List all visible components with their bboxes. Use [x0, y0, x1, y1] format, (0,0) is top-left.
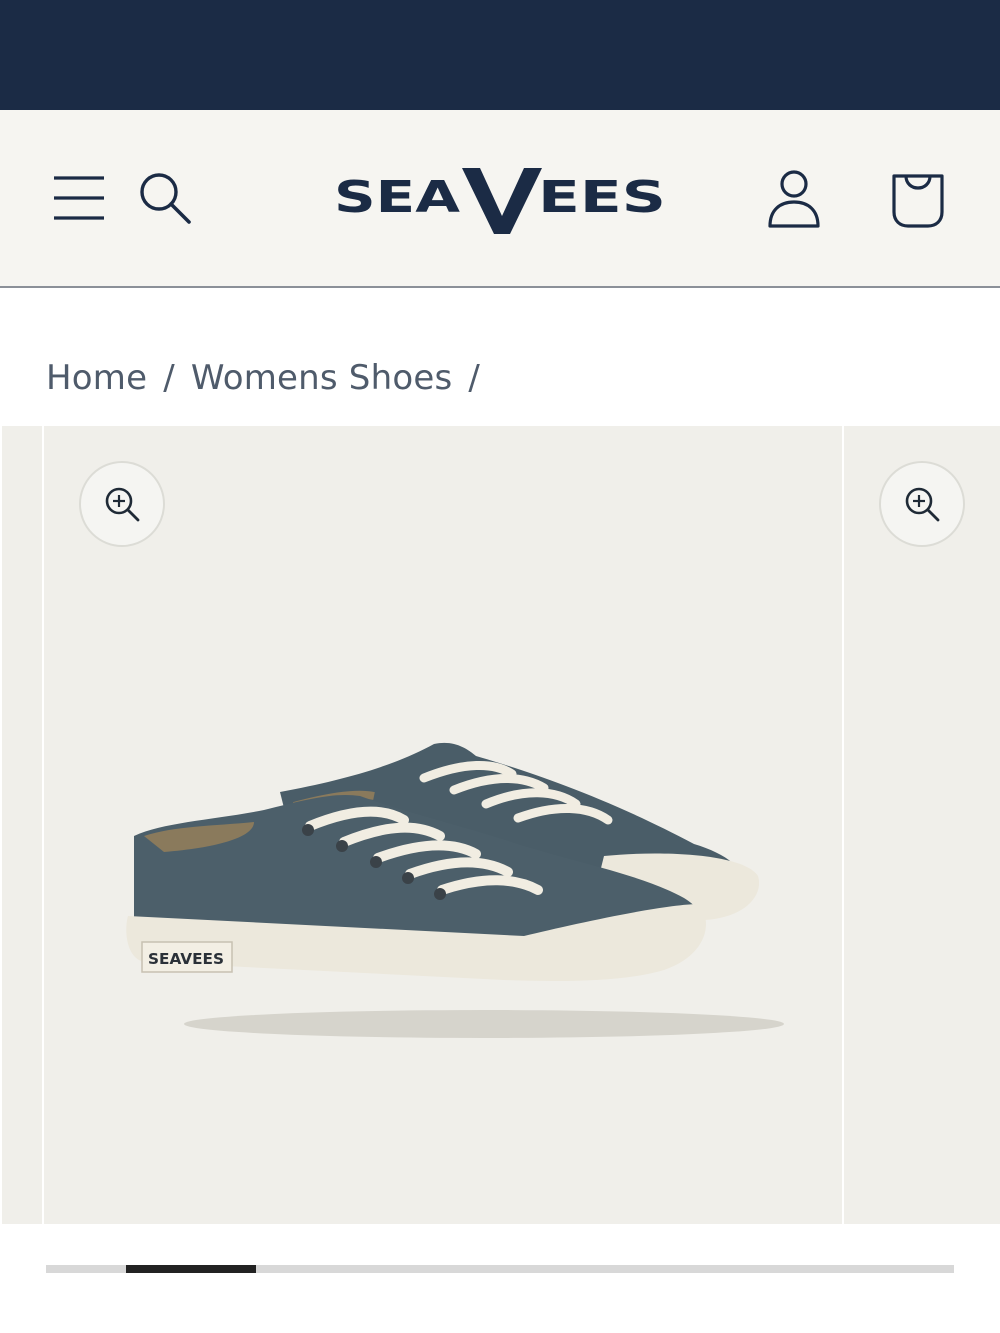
- breadcrumb-womens-shoes-link[interactable]: Womens Shoes: [191, 358, 453, 398]
- search-icon: [140, 173, 191, 224]
- shoe-heel-label: SEAVEES: [148, 950, 224, 968]
- breadcrumb-separator: /: [468, 358, 481, 398]
- zoom-button-next[interactable]: [879, 461, 965, 547]
- gallery-scrollbar-thumb[interactable]: [126, 1265, 256, 1273]
- breadcrumb-home-link[interactable]: Home: [46, 358, 147, 398]
- breadcrumb-separator: /: [163, 358, 175, 398]
- zoom-in-icon: [105, 487, 140, 522]
- gallery-scrollbar[interactable]: [46, 1265, 954, 1273]
- gallery-slide-main[interactable]: SEAVEES: [44, 426, 842, 1224]
- product-gallery[interactable]: SEAVEES: [0, 426, 1000, 1224]
- zoom-in-icon: [905, 487, 940, 522]
- shopping-bag-icon: [892, 174, 944, 228]
- logo-text-left: SEA: [334, 172, 460, 223]
- announcement-bar: [0, 0, 1000, 110]
- seavees-logo[interactable]: SEA EES: [330, 164, 670, 236]
- menu-button[interactable]: [46, 168, 110, 228]
- gallery-slide-previous[interactable]: [2, 426, 42, 1224]
- product-image-sneakers: SEAVEES: [126, 742, 784, 1038]
- account-button[interactable]: [760, 164, 828, 234]
- breadcrumb: Home / Womens Shoes /: [46, 352, 496, 404]
- zoom-button[interactable]: [79, 461, 165, 547]
- site-header: SEA EES: [0, 110, 1000, 288]
- search-button[interactable]: [132, 166, 198, 230]
- user-icon: [768, 170, 820, 228]
- hamburger-menu-icon: [54, 176, 104, 220]
- logo-text-right: EES: [538, 172, 666, 223]
- cart-button[interactable]: [884, 164, 952, 234]
- shoe-shadow: [184, 1010, 784, 1038]
- logo-v-mark: [462, 168, 542, 234]
- gallery-slide-next[interactable]: [844, 426, 1000, 1224]
